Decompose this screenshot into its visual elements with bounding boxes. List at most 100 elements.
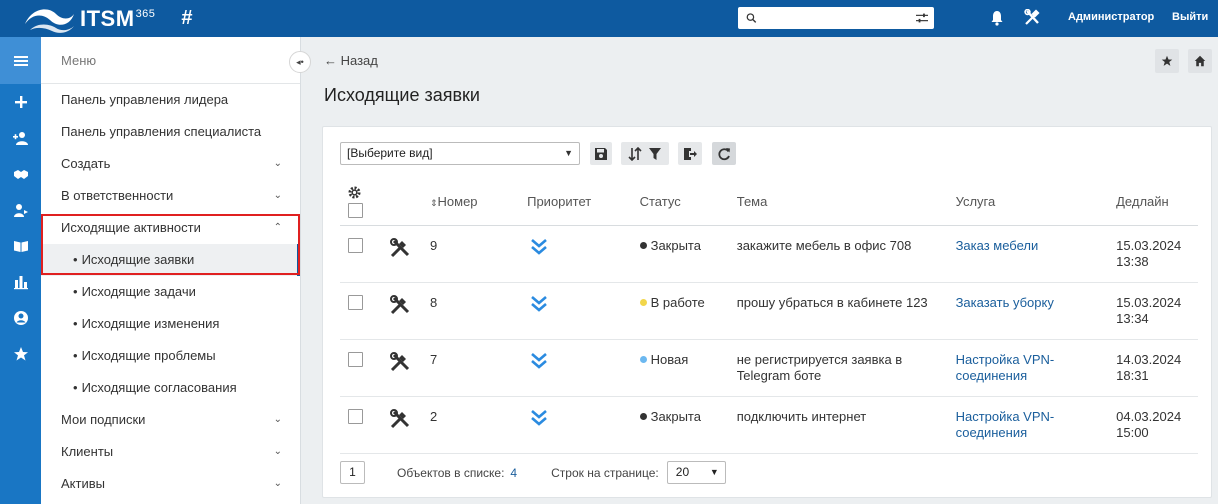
menu-item-outgoing-tasks[interactable]: • Исходящие задачи [41,276,300,308]
header-priority[interactable]: Приоритет [527,179,640,226]
top-bar: ITSM365 # Администратор Выйти [0,0,1218,37]
refresh-button[interactable] [712,142,736,165]
header-deadline[interactable]: Дедлайн [1116,179,1198,226]
app-name: ITSM365 [80,5,156,31]
chevron-down-icon: ⌄ [273,478,282,489]
requests-list-card: [Выберите вид] ▼ ⇕Номер Приоритет Статус… [322,126,1212,498]
row-number: 2 [429,396,528,454]
tools-icon[interactable] [1024,9,1040,26]
row-deadline: 14.03.2024 18:31 [1116,339,1198,397]
menu-item-clients[interactable]: Клиенты ⌄ [41,436,300,468]
row-status: В работе [639,282,737,340]
home-button[interactable] [1188,49,1212,73]
search-box[interactable] [738,7,934,29]
objects-count-value: 4 [510,465,518,480]
table-row[interactable]: 8 В работе прошу убраться в кабинете 123… [340,282,1198,340]
logout-link[interactable]: Выйти [1172,11,1208,23]
row-status: Новая [639,339,737,397]
search-input[interactable] [756,8,916,28]
row-deadline: 15.03.2024 13:34 [1116,282,1198,340]
menu-item-outgoing-changes[interactable]: • Исходящие изменения [41,308,300,340]
sort-icon[interactable] [628,146,642,161]
row-subject[interactable]: не регистрируется заявка в Telegram боте [736,339,956,397]
menu-item-outgoing-requests[interactable]: • Исходящие заявки [41,244,300,276]
menu-item-specialist-dashboard[interactable]: Панель управления специалиста [41,116,300,148]
icon-rail [0,37,41,504]
priority-low-icon [531,352,547,369]
rows-per-page-select[interactable]: 20 ▼ [666,461,726,484]
select-all-checkbox[interactable] [348,202,363,218]
menu-item-assets[interactable]: Активы ⌄ [41,468,300,500]
star-icon[interactable] [0,336,41,372]
row-service-link[interactable]: Заказ мебели [955,225,1117,283]
menu-item-responsibility[interactable]: В ответственности ⌄ [41,180,300,212]
row-checkbox[interactable] [348,351,363,367]
plus-icon[interactable] [0,84,41,120]
bell-icon[interactable] [990,10,1004,26]
row-subject[interactable]: закажите мебель в офис 708 [736,225,956,283]
caret-down-icon: ▼ [564,148,573,158]
priority-low-icon [531,295,547,312]
status-dot-icon [639,355,647,363]
collapse-menu-button[interactable]: ◂• [289,51,311,73]
home-icon [1194,55,1206,67]
table-row[interactable]: 2 Закрыта подключить интернет Настройка … [340,396,1198,454]
row-checkbox[interactable] [348,408,363,424]
row-deadline: 04.03.2024 15:00 [1116,396,1198,454]
caret-down-icon: ▼ [709,467,719,477]
rows-per-page-label: Строк на странице: [551,465,659,480]
row-subject[interactable]: подключить интернет [736,396,956,454]
user-transfer-icon[interactable] [0,192,41,228]
chevron-down-icon: ⌄ [273,414,282,425]
table-row[interactable]: 9 Закрыта закажите мебель в офис 708 Зак… [340,225,1198,283]
user-circle-icon[interactable] [0,300,41,336]
page-number-button[interactable]: 1 [340,461,365,484]
view-select[interactable]: [Выберите вид] ▼ [340,142,580,165]
row-status: Закрыта [639,396,737,454]
row-checkbox[interactable] [348,294,363,310]
objects-count-label: Объектов в списке: [397,465,505,480]
header-status[interactable]: Статус [639,179,737,226]
bar-chart-icon[interactable] [0,264,41,300]
header-subject[interactable]: Тема [736,179,956,226]
back-link[interactable]: ← Назад [324,53,378,68]
table-row[interactable]: 7 Новая не регистрируется заявка в Teleg… [340,339,1198,397]
favorite-button[interactable] [1155,49,1179,73]
user-name[interactable]: Администратор [1068,11,1154,23]
row-service-link[interactable]: Заказать уборку [955,282,1117,340]
row-number: 7 [429,339,528,397]
row-service-link[interactable]: Настройка VPN-соединения [955,339,1117,397]
menu-item-outgoing-approvals[interactable]: • Исходящие согласования [41,372,300,404]
status-dot-icon [639,241,647,249]
header-number[interactable]: ⇕Номер [429,179,528,226]
handshake-icon[interactable] [0,156,41,192]
row-status: Закрыта [639,225,737,283]
save-icon [595,147,607,160]
tools-icon [390,294,410,314]
hamburger-menu-icon[interactable] [0,37,41,84]
menu-item-subscriptions[interactable]: Мои подписки ⌄ [41,404,300,436]
filter-icon[interactable] [648,147,662,161]
table-header-row: ⇕Номер Приоритет Статус Тема Услуга Дедл… [340,179,1198,226]
menu-item-create[interactable]: Создать ⌄ [41,148,300,180]
row-checkbox[interactable] [348,237,363,253]
chevron-up-icon: ⌃ [273,222,282,233]
row-service-link[interactable]: Настройка VPN-соединения [955,396,1117,454]
status-dot-icon [639,412,647,420]
header-service[interactable]: Услуга [955,179,1117,226]
menu-item-leader-dashboard[interactable]: Панель управления лидера [41,84,300,116]
menu-item-outgoing-activities[interactable]: Исходящие активности ⌃ [41,212,300,244]
add-user-icon[interactable] [0,120,41,156]
gear-icon[interactable] [348,186,361,199]
menu-item-outgoing-problems[interactable]: • Исходящие проблемы [41,340,300,372]
filter-sliders-icon[interactable] [915,12,928,24]
app-logo[interactable]: ITSM365 [22,4,155,34]
export-button[interactable] [678,142,702,165]
save-view-button[interactable] [590,142,612,165]
book-icon[interactable] [0,228,41,264]
hash-icon[interactable]: # [181,7,192,30]
requests-table: ⇕Номер Приоритет Статус Тема Услуга Дедл… [340,179,1198,454]
search-icon [746,13,757,23]
row-subject[interactable]: прошу убраться в кабинете 123 [736,282,956,340]
chevron-down-icon: ⌄ [273,158,282,169]
